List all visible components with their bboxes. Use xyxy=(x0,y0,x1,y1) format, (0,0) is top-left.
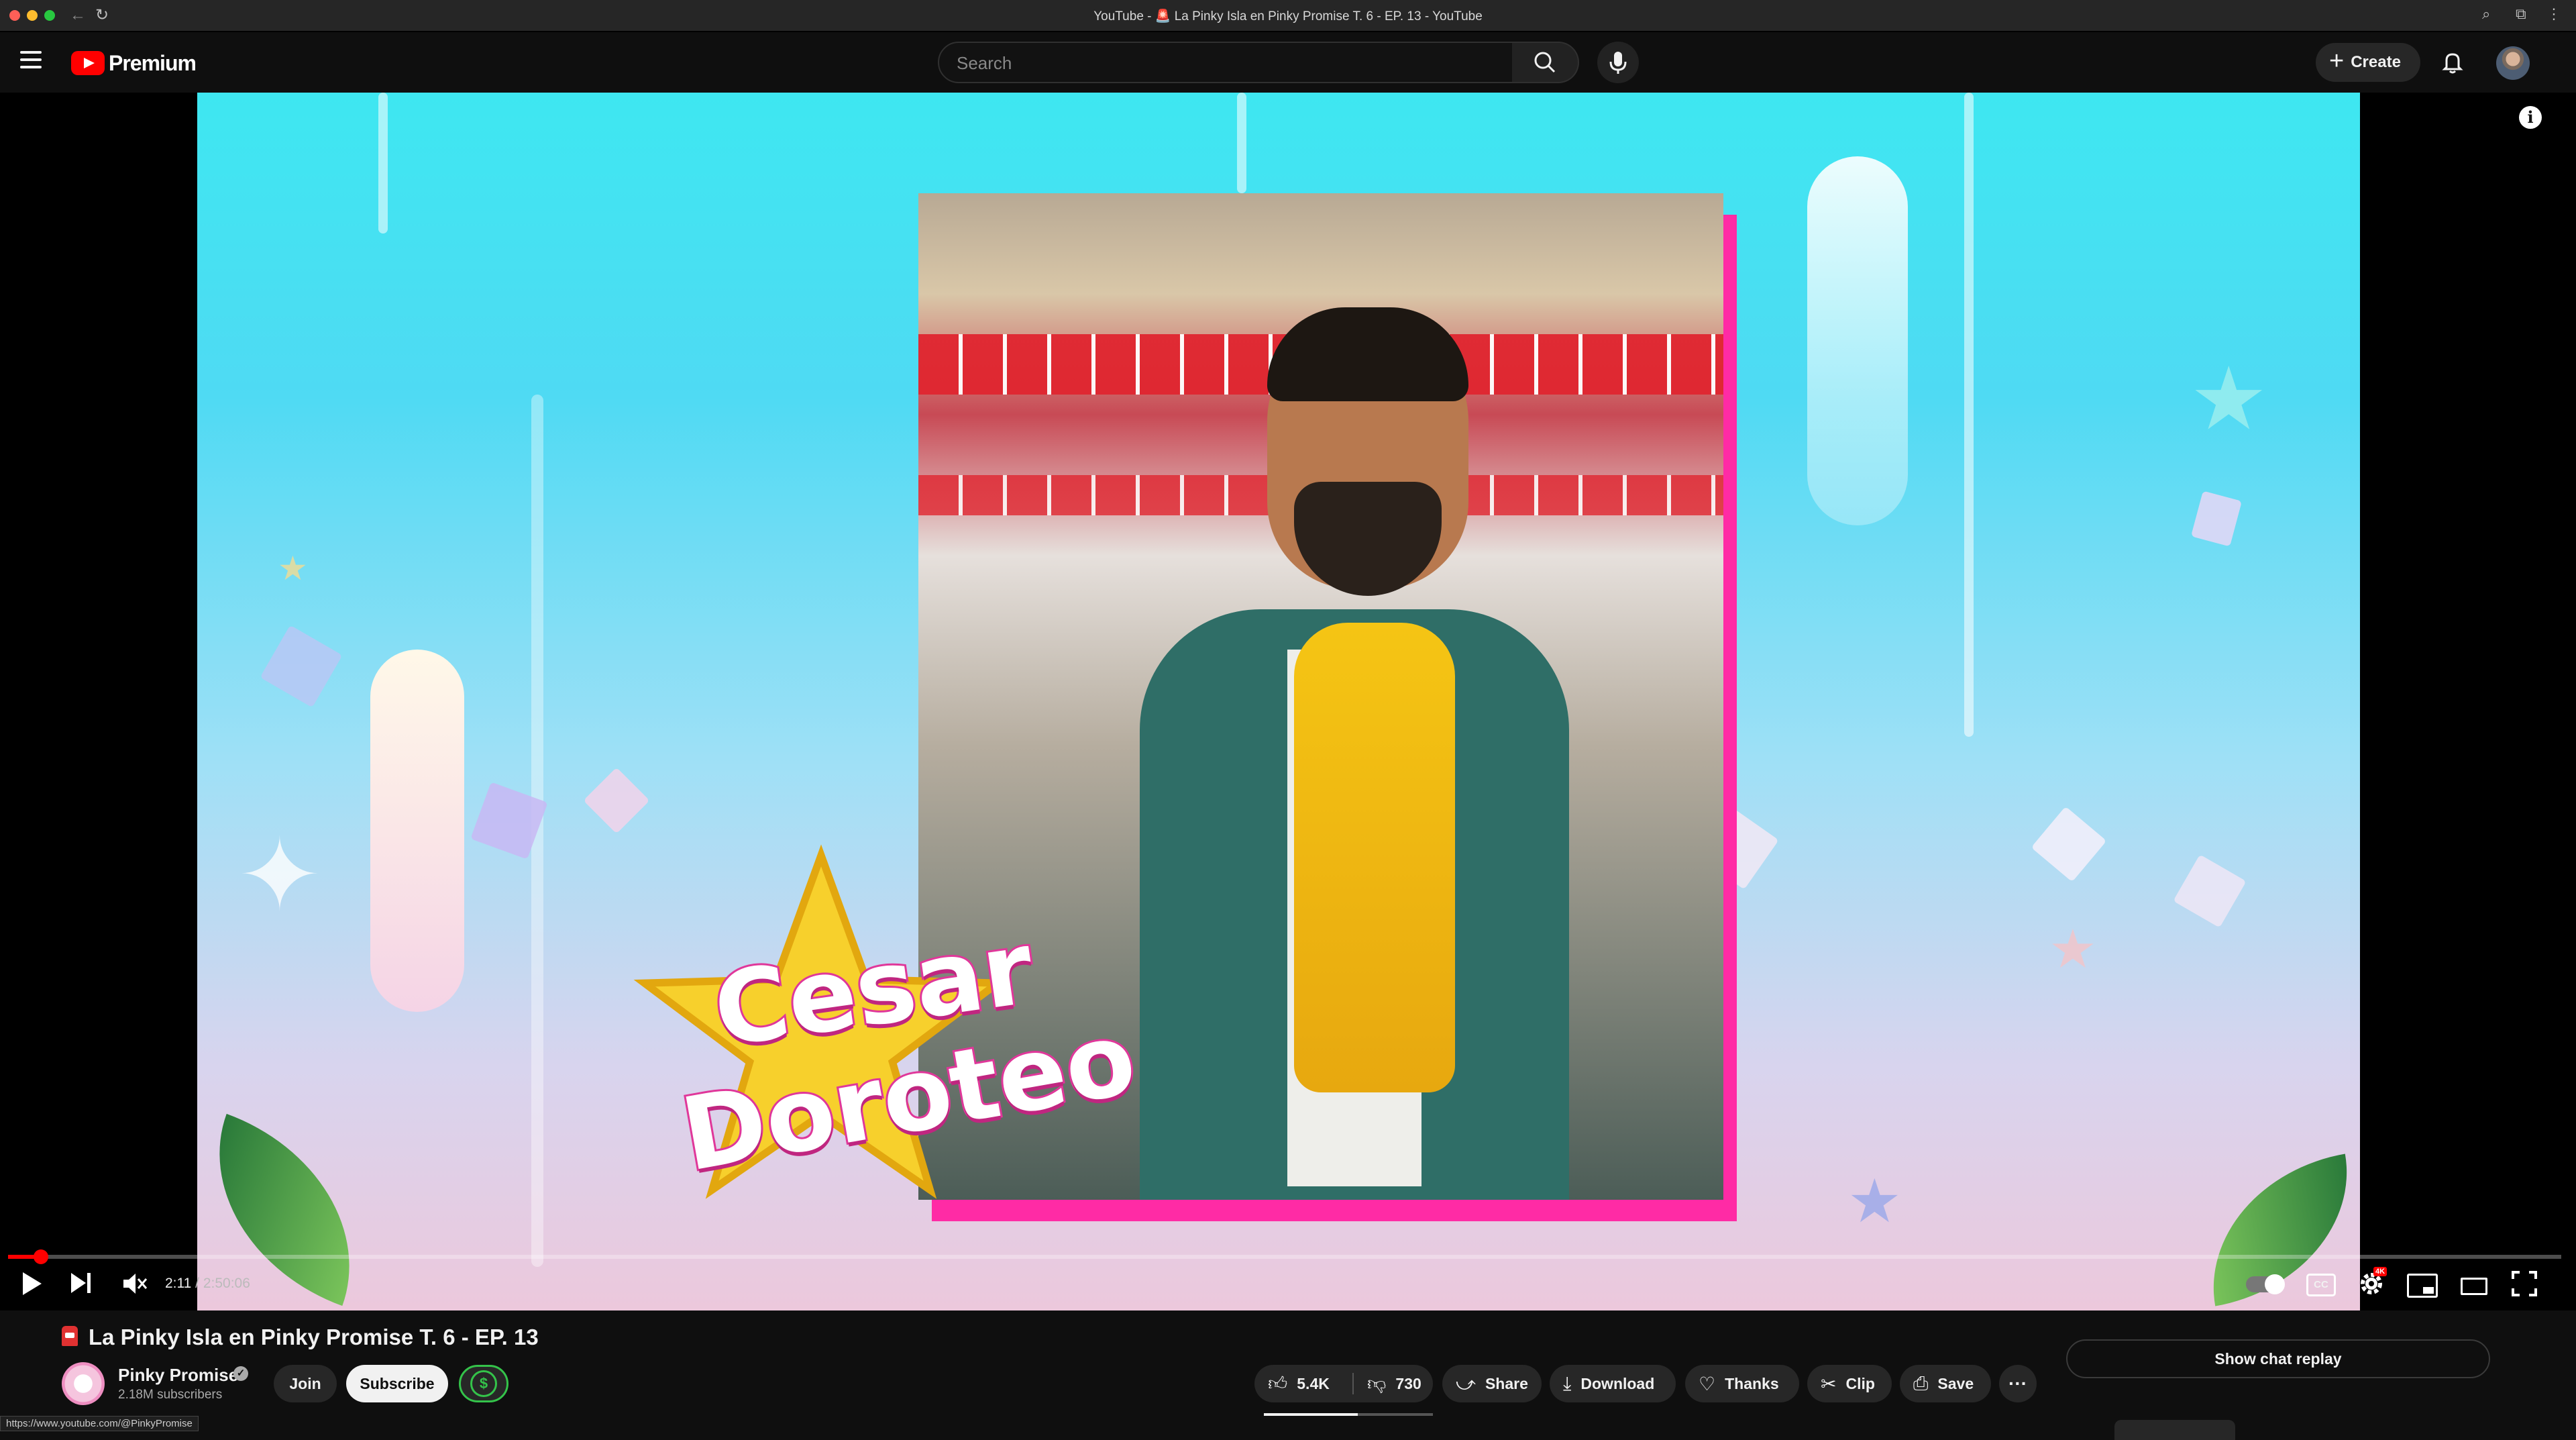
video-player[interactable]: ✦ ★ ★ ★ ★ Cesar Doroteo 2:11 / 2:50:06 C… xyxy=(0,93,2576,1310)
fullscreen-icon xyxy=(2512,1271,2537,1296)
video-title: La Pinky Isla en Pinky Promise T. 6 - EP… xyxy=(89,1325,539,1349)
youtube-play-logo-icon xyxy=(71,51,105,75)
sparkle-star: ★ xyxy=(1847,1168,1902,1235)
next-button[interactable] xyxy=(70,1267,94,1300)
light-streak xyxy=(378,93,388,234)
progress-scrubber[interactable] xyxy=(33,1249,48,1264)
download-button[interactable]: ⤓ Download xyxy=(1550,1365,1676,1402)
notifications-button[interactable] xyxy=(2437,47,2468,78)
dislike-button[interactable]: 👎︎ 730 xyxy=(1355,1365,1433,1402)
like-dislike-group: 👍︎ 5.4K 👎︎ 730 xyxy=(1254,1365,1433,1402)
browser-menu-icon[interactable]: ⋮ xyxy=(2546,5,2561,23)
thanks-button[interactable]: ♡ Thanks xyxy=(1685,1365,1799,1402)
play-button[interactable] xyxy=(20,1267,43,1300)
gem-decoration xyxy=(2031,806,2107,882)
zoom-icon[interactable]: ⌕ xyxy=(2482,5,2490,23)
gem-decoration xyxy=(260,625,343,708)
channel-avatar[interactable] xyxy=(62,1362,105,1405)
share-button[interactable]: ⤻ Share xyxy=(1442,1365,1542,1402)
thumbs-up-icon: 👍︎ xyxy=(1268,1373,1288,1394)
gem-decoration xyxy=(2173,854,2247,928)
download-label: Download xyxy=(1580,1374,1655,1392)
logo-text: Premium xyxy=(109,50,197,75)
bell-icon xyxy=(2442,53,2463,74)
status-bar-url: https://www.youtube.com/@PinkyPromise xyxy=(0,1416,199,1431)
filter-chip[interactable] xyxy=(2114,1420,2235,1440)
subscribe-button[interactable]: Subscribe xyxy=(346,1365,448,1402)
muted-speaker-icon xyxy=(123,1274,148,1294)
search-button[interactable] xyxy=(1512,42,1579,83)
super-thanks-dollar-button[interactable]: $ xyxy=(459,1365,508,1402)
info-icon[interactable]: i xyxy=(2519,106,2542,129)
sparkle-star: ★ xyxy=(278,550,308,587)
search-input[interactable] xyxy=(955,43,1495,83)
user-avatar[interactable] xyxy=(2496,46,2530,80)
join-button[interactable]: Join xyxy=(274,1365,337,1402)
browser-titlebar: ← ↻ YouTube - 🚨 La Pinky Isla en Pinky P… xyxy=(0,0,2576,32)
clip-button[interactable]: ✂ Clip xyxy=(1807,1365,1892,1402)
autoplay-toggle[interactable] xyxy=(2246,1274,2285,1294)
menu-icon[interactable] xyxy=(20,51,42,68)
like-ratio-bar xyxy=(1264,1413,1433,1416)
glow-capsule xyxy=(1807,156,1908,525)
window-title: YouTube - 🚨 La Pinky Isla en Pinky Promi… xyxy=(1093,9,1483,23)
more-actions-button[interactable]: ··· xyxy=(1999,1365,2037,1402)
miniplayer-button[interactable] xyxy=(2407,1274,2438,1298)
youtube-header: Premium + Create xyxy=(0,32,2576,93)
gem-decoration xyxy=(583,767,650,834)
quality-badge: 4K xyxy=(2373,1267,2387,1276)
heart-dollar-icon: ♡ xyxy=(1699,1373,1716,1394)
light-streak xyxy=(1964,93,1974,737)
download-icon: ⤓ xyxy=(1563,1372,1572,1394)
mute-button[interactable] xyxy=(121,1267,148,1300)
video-frame[interactable]: ✦ ★ ★ ★ ★ Cesar Doroteo xyxy=(197,93,2360,1310)
like-button[interactable]: 👍︎ 5.4K xyxy=(1254,1365,1352,1402)
theater-mode-button[interactable] xyxy=(2461,1278,2487,1295)
share-arrow-icon: ⤻ xyxy=(1456,1372,1476,1394)
sparkle-star: ✦ xyxy=(237,819,322,931)
bookmark-icon: ⎙ xyxy=(1913,1372,1929,1394)
captions-button[interactable]: CC xyxy=(2306,1274,2336,1296)
sparkle-star: ★ xyxy=(2190,350,2268,448)
progress-bar[interactable] xyxy=(8,1249,2561,1264)
siren-emoji-icon xyxy=(62,1326,78,1346)
save-button[interactable]: ⎙ Save xyxy=(1900,1365,1991,1402)
glow-capsule xyxy=(370,650,464,1012)
time-display: 2:11 / 2:50:06 xyxy=(165,1267,250,1300)
show-chat-replay-button[interactable]: Show chat replay xyxy=(2066,1339,2490,1378)
sparkle-star: ★ xyxy=(2049,919,2097,979)
create-label: Create xyxy=(2351,53,2401,71)
create-button[interactable]: + Create xyxy=(2316,43,2420,82)
fullscreen-button[interactable] xyxy=(2512,1271,2537,1296)
person-scarf xyxy=(1294,623,1455,1092)
channel-name[interactable]: Pinky Promise xyxy=(118,1365,238,1386)
duration: 2:50:06 xyxy=(203,1276,250,1291)
like-divider xyxy=(1352,1373,1354,1394)
thumbs-down-icon: 👎︎ xyxy=(1367,1373,1387,1394)
voice-search-button[interactable] xyxy=(1597,42,1639,83)
scissors-icon: ✂ xyxy=(1821,1373,1837,1394)
verified-check-icon: ✓ xyxy=(233,1366,248,1381)
mic-icon xyxy=(1609,52,1627,74)
dislike-count: 730 xyxy=(1395,1374,1421,1392)
thanks-label: Thanks xyxy=(1725,1374,1779,1392)
gem-decoration xyxy=(2190,491,2243,547)
extensions-icon[interactable]: ⧉ xyxy=(2516,5,2526,23)
youtube-premium-logo[interactable]: Premium xyxy=(71,50,197,76)
light-streak xyxy=(1237,93,1246,193)
current-time: 2:11 xyxy=(165,1276,192,1291)
time-separator: / xyxy=(191,1276,203,1291)
search-box xyxy=(938,42,1513,83)
save-label: Save xyxy=(1937,1374,1974,1392)
plus-icon: + xyxy=(2329,47,2345,75)
share-label: Share xyxy=(1485,1374,1528,1392)
search-icon xyxy=(1534,52,1556,73)
subscriber-count: 2.18M subscribers xyxy=(118,1388,223,1402)
person-hair xyxy=(1267,307,1468,401)
dollar-icon: $ xyxy=(470,1370,497,1397)
clip-label: Clip xyxy=(1845,1374,1875,1392)
like-count: 5.4K xyxy=(1297,1374,1330,1392)
